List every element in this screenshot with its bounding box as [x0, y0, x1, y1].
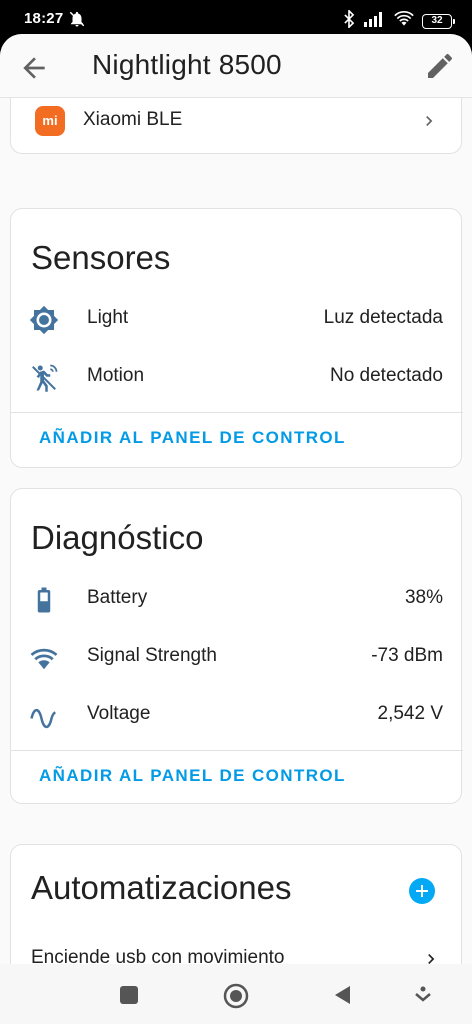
status-time: 18:27 [24, 10, 64, 27]
motion-sensor-icon [29, 363, 59, 393]
back-arrow-icon[interactable] [18, 52, 50, 84]
status-bar: 18:27 32 [0, 0, 472, 36]
battery-icon [29, 585, 59, 615]
row-value: Luz detectada [323, 307, 443, 328]
xiaomi-logo: mi [35, 106, 65, 136]
edit-pencil-icon[interactable] [424, 50, 456, 82]
row-label: Voltage [87, 703, 151, 724]
recents-square-icon[interactable] [116, 982, 142, 1008]
row-label: Motion [87, 365, 145, 386]
add-to-dashboard-button[interactable]: AÑADIR AL PANEL DE CONTROL [39, 428, 346, 448]
wifi-status-icon [394, 11, 414, 31]
row-label: Light [87, 307, 129, 328]
chevron-right-icon [421, 949, 441, 964]
divider [11, 412, 463, 413]
row-label: Battery [87, 587, 148, 608]
battery-status-icon: 32 [422, 13, 455, 29]
divider [11, 750, 463, 751]
diagnostic-row-signal[interactable]: Signal Strength -73 dBm [11, 637, 463, 677]
row-value: No detectado [329, 365, 443, 386]
assistant-icon[interactable] [410, 982, 436, 1008]
notifications-off-icon [68, 10, 86, 32]
row-value: 2,542 V [377, 703, 444, 724]
automations-title: Automatizaciones [31, 869, 292, 906]
phone-screen: 18:27 32 Nightlight 8500 mi Xiaomi BLE S… [0, 0, 472, 1024]
diagnostics-title: Diagnóstico [31, 519, 204, 556]
automation-item[interactable]: Enciende usb con movimiento [11, 939, 463, 964]
sensors-card: Sensores Light Luz detectada Motion No d… [10, 208, 463, 468]
chevron-right-icon [419, 111, 439, 131]
diagnostics-card: Diagnóstico Battery 38% Signal Strength … [10, 488, 463, 804]
sensors-title: Sensores [31, 239, 171, 276]
row-label: Signal Strength [87, 645, 217, 666]
diagnostic-row-voltage[interactable]: Voltage 2,542 V [11, 695, 463, 735]
wifi-icon [29, 643, 59, 673]
home-circle-icon[interactable] [222, 982, 249, 1009]
row-value: 38% [404, 587, 443, 608]
diagnostic-row-battery[interactable]: Battery 38% [11, 579, 463, 619]
sine-wave-icon [29, 701, 59, 731]
sensor-row-motion[interactable]: Motion No detectado [11, 357, 463, 397]
row-value: -73 dBm [371, 645, 443, 666]
app-bar: Nightlight 8500 [0, 34, 472, 98]
cell-signal-icon [364, 11, 386, 31]
bluetooth-icon [342, 8, 356, 32]
automation-label: Enciende usb con movimiento [31, 947, 285, 964]
status-icons: 32 [342, 8, 455, 32]
navigation-bar [0, 964, 472, 1024]
automations-card: Automatizaciones Enciende usb con movimi… [10, 844, 462, 964]
integration-label: Xiaomi BLE [83, 109, 183, 130]
add-automation-icon[interactable] [409, 878, 435, 904]
sensor-row-light[interactable]: Light Luz detectada [11, 299, 463, 339]
page-title: Nightlight 8500 [92, 49, 282, 80]
back-triangle-icon[interactable] [330, 982, 356, 1008]
add-to-dashboard-button[interactable]: AÑADIR AL PANEL DE CONTROL [39, 766, 346, 786]
app-sheet: Nightlight 8500 mi Xiaomi BLE Sensores L… [0, 34, 472, 964]
brightness-icon [29, 305, 59, 335]
